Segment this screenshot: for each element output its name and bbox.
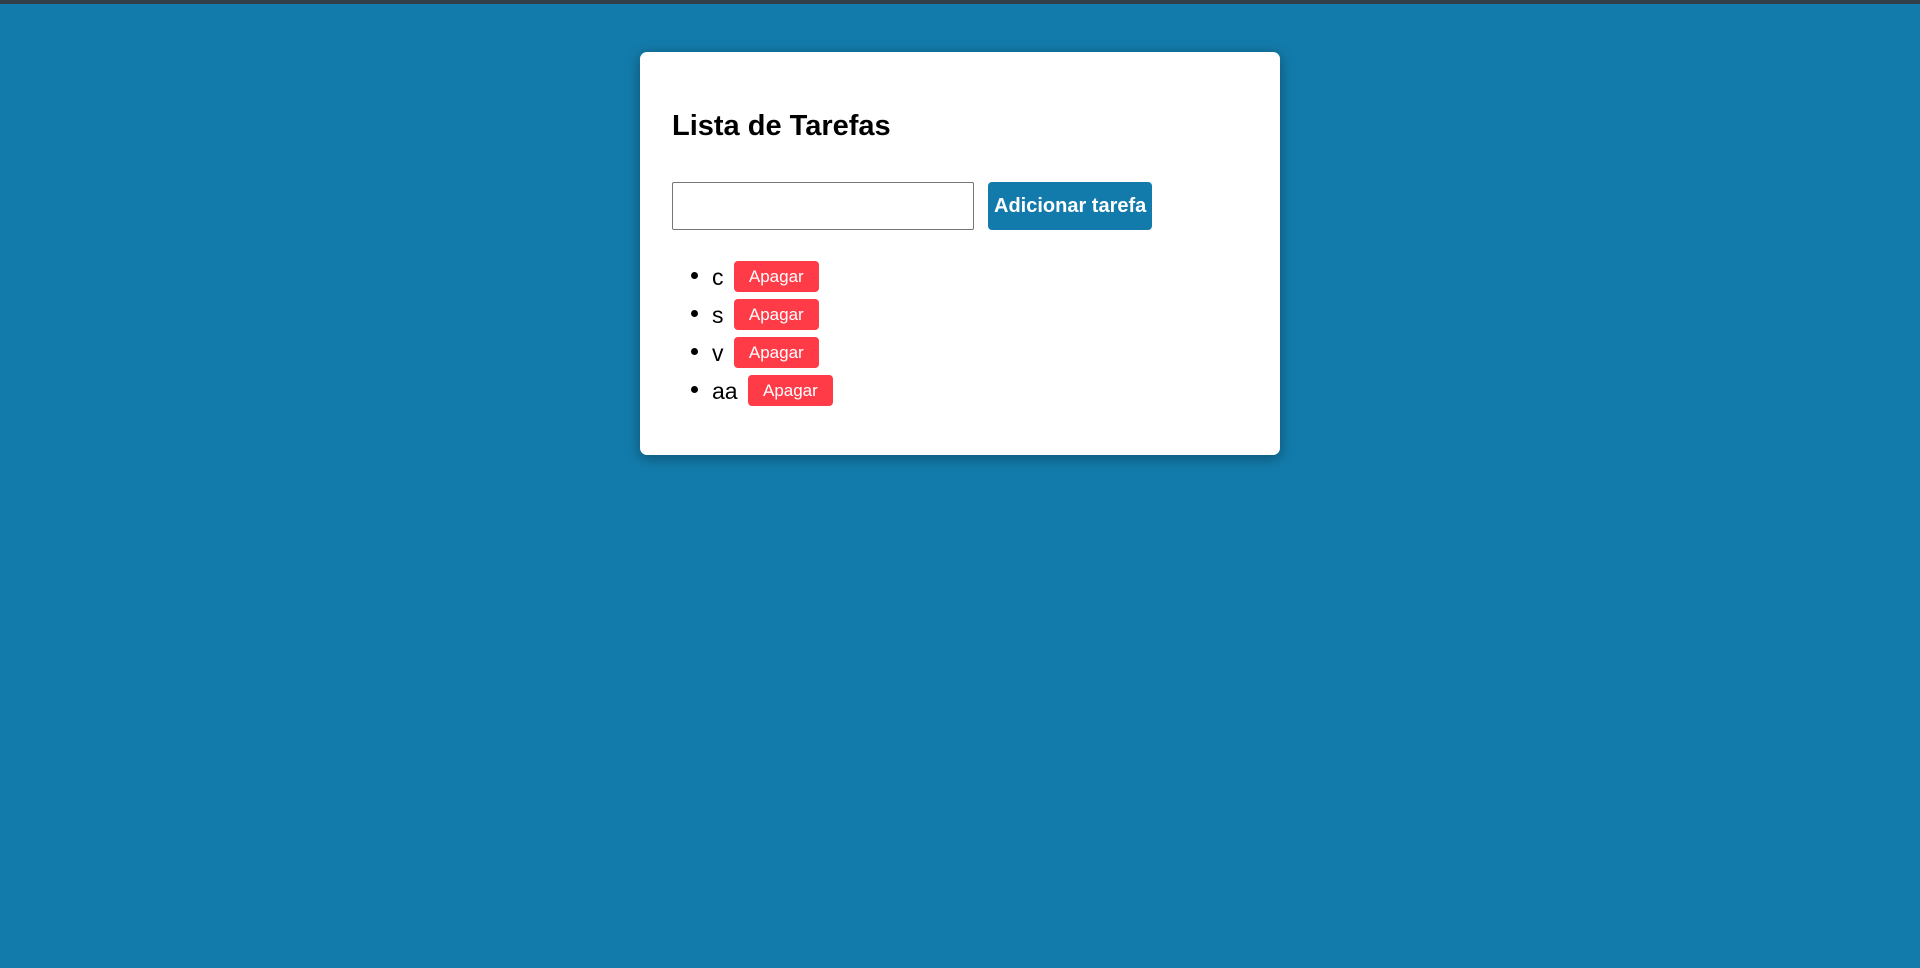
task-text: aa [712, 377, 738, 404]
delete-task-button[interactable]: Apagar [733, 299, 819, 331]
window-top-strip [0, 0, 1920, 4]
task-text: c [712, 263, 724, 290]
todo-card: Lista de Tarefas Adicionar tarefa c Apag… [640, 52, 1280, 455]
list-item: aa Apagar [712, 371, 1248, 409]
page-title: Lista de Tarefas [672, 110, 891, 142]
delete-task-button[interactable]: Apagar [733, 337, 819, 369]
task-input[interactable] [672, 182, 974, 230]
list-item: v Apagar [712, 333, 1248, 371]
task-text: v [712, 339, 724, 366]
delete-task-button[interactable]: Apagar [733, 261, 819, 293]
task-text: s [712, 301, 724, 328]
task-list: c Apagar s Apagar v Apagar aa Apagar [672, 257, 1248, 409]
add-task-button[interactable]: Adicionar tarefa [988, 182, 1153, 230]
add-task-form: Adicionar tarefa [672, 182, 1248, 230]
list-item: s Apagar [712, 295, 1248, 333]
list-item: c Apagar [712, 257, 1248, 295]
delete-task-button[interactable]: Apagar [747, 375, 833, 407]
